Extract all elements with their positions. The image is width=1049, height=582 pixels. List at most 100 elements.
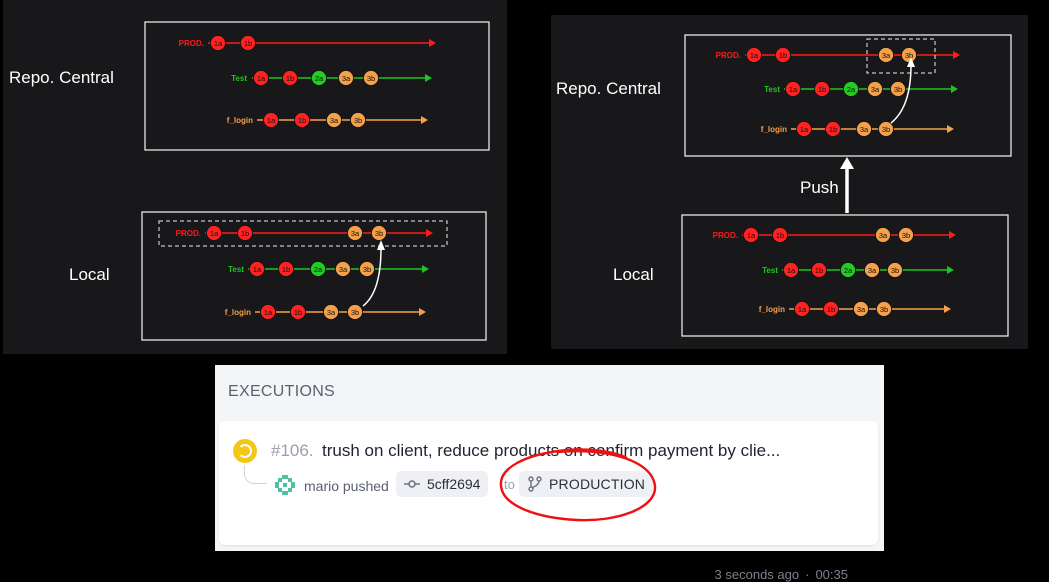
commit-label: 1a bbox=[789, 85, 798, 94]
branch-label: Test bbox=[762, 266, 778, 275]
local-label: Local bbox=[613, 265, 654, 284]
push-label: Push bbox=[800, 178, 839, 197]
branch-arrowhead bbox=[421, 116, 428, 124]
commit-label: 3b bbox=[905, 51, 913, 60]
commit-label: 1b bbox=[815, 266, 823, 275]
commit-label: 3b bbox=[894, 85, 902, 94]
commit-label: 3a bbox=[351, 229, 360, 238]
execution-number: #106. bbox=[271, 441, 314, 460]
commit-label: 3a bbox=[857, 305, 866, 314]
commit-label: 3a bbox=[339, 265, 348, 274]
commit-label: 1a bbox=[798, 305, 807, 314]
branch-label: Test bbox=[231, 74, 247, 83]
commit-label: 3b bbox=[367, 74, 375, 83]
commit-label: 3a bbox=[871, 85, 880, 94]
commit-label: 3a bbox=[330, 116, 339, 125]
branch-arrowhead bbox=[426, 229, 433, 237]
commit-label: 1a bbox=[257, 74, 266, 83]
commit-label: 1b bbox=[282, 265, 290, 274]
push-arrowhead bbox=[840, 157, 854, 169]
branch-label: Test bbox=[228, 265, 244, 274]
diagram-left-canvas: PROD. 1a 1b Test 1a 1b 2a 3a 3b f_login 1a 1b 3a 3b PR… bbox=[141, 21, 490, 341]
diagram-left: PROD. 1a 1b Test 1a 1b 2a 3a 3b f_login 1a 1b 3a 3b PR… bbox=[3, 0, 507, 354]
commit-label: 3b bbox=[354, 116, 362, 125]
commit-label: 1a bbox=[253, 265, 262, 274]
commit-label: 3b bbox=[891, 266, 899, 275]
user-avatar-icon bbox=[273, 473, 297, 497]
repo-central-label: Repo. Central bbox=[9, 68, 114, 87]
commit-label: 1a bbox=[787, 266, 796, 275]
connector-line bbox=[244, 465, 267, 484]
dashed-selection bbox=[866, 38, 936, 74]
repo-central-label: Repo. Central bbox=[556, 79, 661, 98]
commit-label: 1b bbox=[241, 229, 249, 238]
commit-hash: 5cff2694 bbox=[427, 476, 481, 492]
commit-label: 1b bbox=[244, 39, 252, 48]
branch-label: f_login bbox=[761, 125, 787, 134]
duration: 00:35 bbox=[815, 567, 848, 582]
commit-label: 1a bbox=[747, 231, 756, 240]
commit-label: 3b bbox=[351, 308, 359, 317]
commit-label: 3a bbox=[327, 308, 336, 317]
commit-chip[interactable]: 5cff2694 bbox=[396, 471, 489, 497]
commit-label: 3a bbox=[879, 231, 888, 240]
commit-label: 1b bbox=[776, 231, 784, 240]
branch-arrowhead bbox=[951, 85, 958, 93]
branch-label: f_login bbox=[225, 308, 251, 317]
commit-label: 3b bbox=[902, 231, 910, 240]
commit-label: 3a bbox=[868, 266, 877, 275]
branch-label: f_login bbox=[227, 116, 253, 125]
commit-label: 3b bbox=[363, 265, 371, 274]
commit-label: 1b bbox=[829, 125, 837, 134]
branch-arrowhead bbox=[953, 51, 960, 59]
branch-arrowhead bbox=[944, 305, 951, 313]
time-ago: 3 seconds ago bbox=[714, 567, 800, 582]
commit-label: 2a bbox=[315, 74, 324, 83]
commit-label: 1a bbox=[264, 308, 273, 317]
commit-label: 2a bbox=[314, 265, 323, 274]
meta-separator: · bbox=[805, 567, 810, 582]
pusher-text: mario pushed bbox=[304, 478, 389, 494]
branch-label: PROD. bbox=[713, 231, 738, 240]
local-label: Local bbox=[69, 265, 110, 284]
commit-label: 2a bbox=[847, 85, 856, 94]
branch-label: Test bbox=[764, 85, 780, 94]
branch-arrowhead bbox=[429, 39, 436, 47]
commit-label: 1b bbox=[286, 74, 294, 83]
commit-label: 3b bbox=[880, 305, 888, 314]
execution-meta: 3 seconds ago · 00:35 bbox=[715, 567, 848, 582]
commit-label: 1b bbox=[779, 51, 787, 60]
branch-arrowhead bbox=[947, 125, 954, 133]
branch-arrowhead bbox=[947, 266, 954, 274]
diagram-right: PROD. 1a 1b 3a 3b Test 1a 1b 2a 3a 3b f_login 1a 1b 3a… bbox=[551, 15, 1028, 349]
commit-label: 3b bbox=[375, 229, 383, 238]
branch-label: PROD. bbox=[716, 51, 741, 60]
commit-label: 1b bbox=[827, 305, 835, 314]
commit-label: 1b bbox=[294, 308, 302, 317]
commit-label: 1a bbox=[267, 116, 276, 125]
commit-label: 1a bbox=[214, 39, 223, 48]
commit-label: 3a bbox=[860, 125, 869, 134]
commit-label: 1b bbox=[818, 85, 826, 94]
commit-label: 3a bbox=[342, 74, 351, 83]
branch-arrowhead bbox=[425, 74, 432, 82]
branch-arrowhead bbox=[949, 231, 956, 239]
executions-header: EXECUTIONS bbox=[228, 383, 336, 400]
branch-label: PROD. bbox=[179, 39, 204, 48]
commit-label: 1b bbox=[298, 116, 306, 125]
running-status-icon bbox=[233, 439, 257, 463]
commit-label: 1a bbox=[800, 125, 809, 134]
merge-arrowhead bbox=[377, 240, 385, 250]
commit-label: 1a bbox=[750, 51, 759, 60]
commit-label: 2a bbox=[844, 266, 853, 275]
branch-arrowhead bbox=[422, 265, 429, 273]
commit-label: 3b bbox=[882, 125, 890, 134]
commit-icon bbox=[404, 480, 420, 488]
branch-label: PROD. bbox=[176, 229, 201, 238]
commit-label: 3a bbox=[882, 51, 891, 60]
branch-label: f_login bbox=[759, 305, 785, 314]
diagram-right-canvas: PROD. 1a 1b 3a 3b Test 1a 1b 2a 3a 3b f_login 1a 1b 3a… bbox=[681, 34, 1012, 337]
merge-arrow bbox=[362, 247, 382, 307]
highlight-circle-annotation bbox=[499, 448, 657, 522]
commit-label: 1a bbox=[210, 229, 219, 238]
